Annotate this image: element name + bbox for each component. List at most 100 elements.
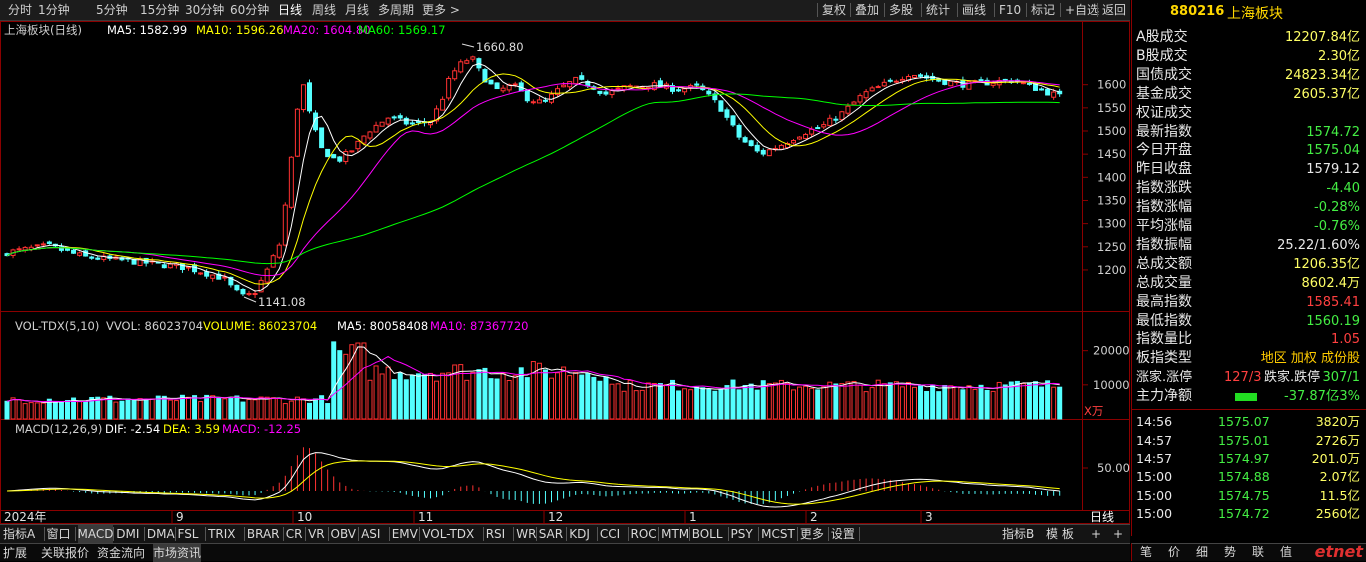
candle-body (869, 87, 875, 92)
extension-tab[interactable]: 市场资讯 (153, 544, 202, 562)
extension-tab[interactable]: 资金流向 (97, 544, 145, 562)
tool-button[interactable]: 叠加 (855, 0, 879, 20)
period-tab[interactable]: 更多 > (422, 0, 460, 20)
tool-button[interactable]: 返回 (1102, 0, 1126, 20)
candle-body (839, 111, 845, 121)
volume-bar (119, 400, 125, 420)
indicator-tab[interactable]: OBV (331, 525, 357, 543)
date-tick-label: 3 (925, 510, 933, 524)
period-tab[interactable]: 60分钟 (230, 0, 269, 20)
tick-price: 1574.72 (1218, 505, 1270, 521)
indicator-tab[interactable]: MTM (661, 525, 689, 543)
indicator-tab[interactable]: DMI (116, 525, 139, 543)
indicator-tab[interactable]: VR (308, 525, 325, 543)
volume-bar (458, 364, 464, 420)
indicator-separator (727, 527, 729, 541)
candle-body (845, 105, 851, 114)
ma60-line (6, 93, 1060, 265)
volume-bar (639, 389, 645, 420)
volume-bar (1014, 380, 1020, 420)
quote-tab[interactable]: 联 (1252, 544, 1264, 561)
indicator-tabbar: 指标A 窗口 MACD DMI DMA FSL TRIX BRAR CR VR OBV ASI EMV V… (0, 524, 1130, 543)
candle-body (682, 88, 688, 93)
tool-button[interactable]: +自选 (1065, 0, 1099, 20)
indicator-right-tab[interactable]: + (1113, 525, 1123, 543)
period-tab[interactable]: 月线 (345, 0, 369, 20)
macd-legend-title: MACD(12,26,9) (15, 422, 102, 436)
period-tab[interactable]: 30分钟 (185, 0, 224, 20)
tool-button[interactable]: 画线 (962, 0, 986, 20)
stat-value: 8602.4万 (1301, 275, 1361, 291)
stat-value: 2605.37亿 (1293, 86, 1360, 102)
indicator-tab[interactable]: 指标A (3, 525, 35, 543)
indicator-tab[interactable]: EMV (392, 525, 418, 543)
volume-bar (966, 385, 972, 420)
candle-body (561, 84, 567, 88)
period-tab[interactable]: 多周期 (378, 0, 414, 20)
indicator-tab[interactable]: MCST (761, 525, 795, 543)
toolbar-separator (817, 3, 818, 17)
board-type-value: 地区 加权 成份股 (1260, 351, 1360, 367)
candle-body (71, 249, 77, 254)
volume-bar (772, 382, 778, 420)
quote-tab[interactable]: 价 (1168, 544, 1180, 561)
period-tab[interactable]: 日线 (278, 0, 302, 20)
kline-chart-area[interactable]: 上海板块(日线) MA5: 1582.99 MA10: 1596.26 MA20… (0, 21, 1130, 531)
tool-button[interactable]: 统计 (926, 0, 950, 20)
stat-label: 权证成交 (1136, 104, 1192, 121)
indicator-tab[interactable]: WR (516, 525, 536, 543)
volume-bar (651, 382, 657, 420)
quote-tab[interactable]: 笔 (1140, 544, 1152, 561)
volume-bar (65, 400, 70, 420)
indicator-tab[interactable]: 设置 (831, 525, 855, 543)
tool-button[interactable]: F10 (999, 0, 1021, 20)
indicator-right-tab[interactable]: 指标B (1002, 525, 1034, 543)
stat-row: B股成交 2.30亿 (1132, 47, 1366, 66)
indicator-tab[interactable]: DMA (147, 525, 175, 543)
indicator-right-tab[interactable]: + (1091, 525, 1101, 543)
candle-body (676, 89, 682, 92)
quote-tab[interactable]: 势 (1224, 544, 1236, 561)
volume-bar (385, 366, 391, 420)
kline-chart[interactable]: 上海板块(日线) MA5: 1582.99 MA10: 1596.26 MA20… (0, 21, 1130, 524)
indicator-separator (143, 527, 145, 541)
tool-button[interactable]: 标记 (1031, 0, 1055, 20)
indicator-tab[interactable]: 更多 (800, 525, 824, 543)
indicator-tab[interactable]: CR (286, 525, 303, 543)
volume-bar (143, 399, 149, 420)
extension-tab[interactable]: 关联报价 (41, 544, 89, 562)
quote-panel-tabs: 笔价细势联值 etnet (1131, 542, 1366, 561)
indicator-tab[interactable]: BRAR (247, 525, 280, 543)
quote-tab[interactable]: 值 (1280, 544, 1292, 561)
tool-button[interactable]: 复权 (822, 0, 846, 20)
vol-ma5-label: MA5: 80058408 (337, 319, 428, 333)
extension-tab[interactable]: 扩展 (3, 544, 27, 562)
indicator-tab[interactable]: TRIX (208, 525, 235, 543)
stat-label: 总成交额 (1136, 255, 1192, 272)
period-tab[interactable]: 1分钟 (38, 0, 70, 20)
indicator-right-tab[interactable]: 模 板 (1046, 525, 1074, 543)
volume-bar (488, 378, 494, 420)
indicator-tab[interactable]: VOL-TDX (422, 525, 474, 543)
indicator-tab[interactable]: ROC (631, 525, 657, 543)
period-tab[interactable]: 周线 (312, 0, 336, 20)
indicator-tab[interactable]: BOLL (692, 525, 723, 543)
indicator-tab[interactable]: ASI (361, 525, 380, 543)
indicator-tab[interactable]: KDJ (569, 525, 590, 543)
quote-tab[interactable]: 细 (1196, 544, 1208, 561)
period-tab[interactable]: 分时 (8, 0, 32, 20)
indicator-tab[interactable]: SAR (539, 525, 563, 543)
indicator-tab[interactable]: CCI (600, 525, 620, 543)
period-tab[interactable]: 5分钟 (96, 0, 128, 20)
stat-value: 2.30亿 (1318, 48, 1360, 64)
flow-bar (1235, 393, 1257, 402)
period-tab[interactable]: 15分钟 (140, 0, 179, 20)
volume-bar (712, 390, 718, 420)
indicator-tab[interactable]: RSI (486, 525, 506, 543)
indicator-tab[interactable]: FSL (178, 525, 199, 543)
indicator-tab[interactable]: PSY (731, 525, 753, 543)
indicator-tab[interactable]: MACD (77, 525, 114, 543)
volume-bar (742, 385, 748, 420)
indicator-tab[interactable]: 窗口 (47, 525, 71, 543)
tool-button[interactable]: 多股 (889, 0, 913, 20)
